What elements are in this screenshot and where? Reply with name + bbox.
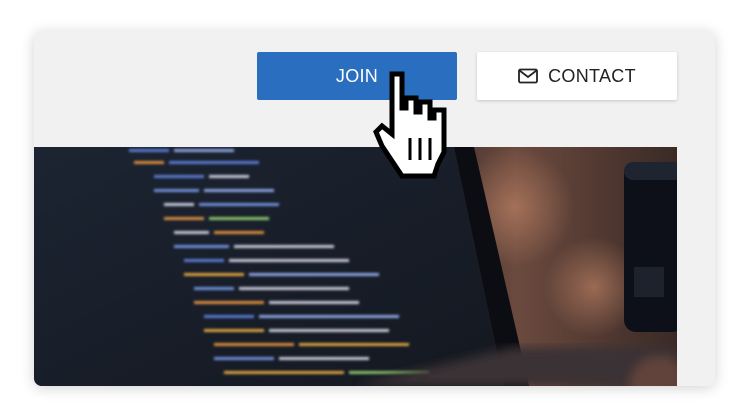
hero-card: JOIN CONTACT bbox=[34, 31, 715, 386]
envelope-icon bbox=[518, 68, 539, 84]
join-button[interactable]: JOIN bbox=[257, 52, 457, 100]
hero-image bbox=[34, 147, 677, 386]
join-button-label: JOIN bbox=[335, 65, 379, 86]
contact-button-label: CONTACT bbox=[548, 65, 636, 86]
contact-button[interactable]: CONTACT bbox=[477, 52, 677, 100]
